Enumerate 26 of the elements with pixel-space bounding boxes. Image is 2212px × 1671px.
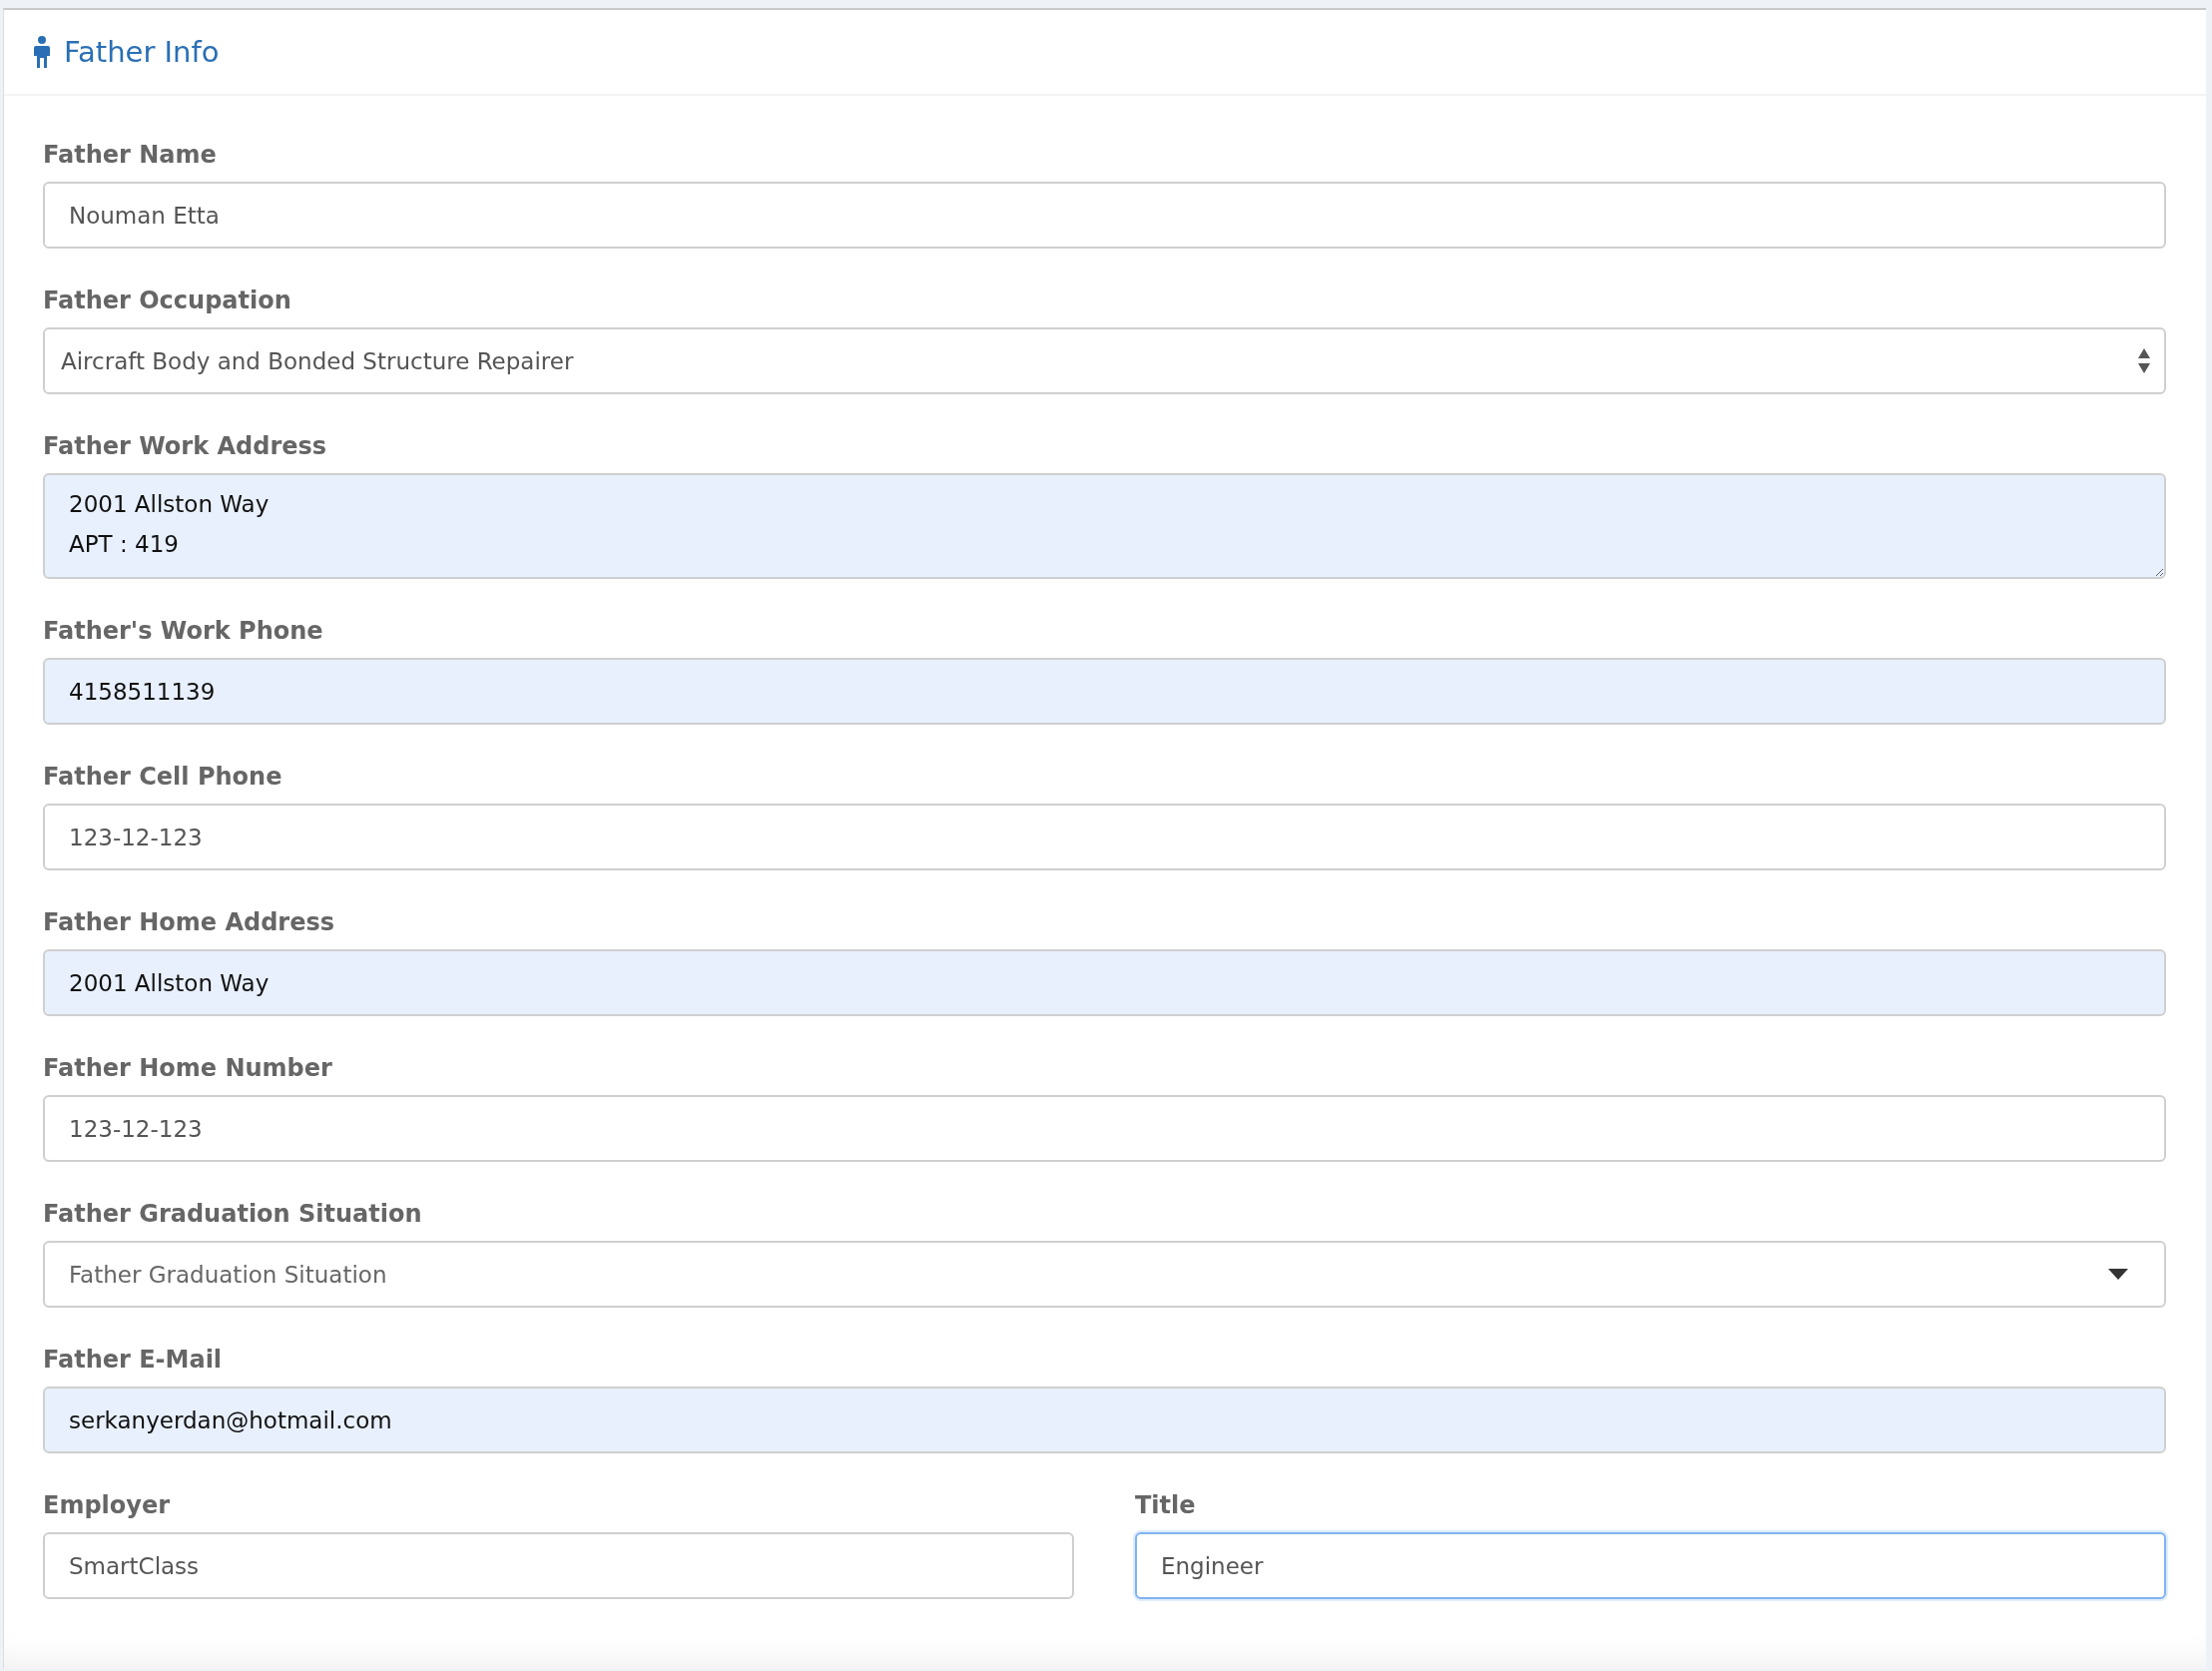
field-label: Father Occupation (43, 285, 292, 316)
text-field[interactable]: Nouman Etta (43, 182, 2166, 249)
panel-title: Father Info (64, 35, 220, 69)
dropdown-field[interactable]: Father Graduation Situation (43, 1241, 2166, 1308)
text-field[interactable]: Engineer (1135, 1532, 2166, 1599)
field-label: Father Home Number (43, 1053, 333, 1084)
caret-icon (2108, 1269, 2128, 1280)
field-label: Title (1135, 1490, 1197, 1521)
field-label: Father Name (43, 140, 218, 171)
stepper-arrows-icon (2138, 347, 2150, 374)
field-label: Father's Work Phone (43, 616, 324, 647)
text-field[interactable]: 2001 Allston Way (43, 949, 2166, 1016)
text-field[interactable]: 4158511139 (43, 658, 2166, 725)
field-label: Father E-Mail (43, 1345, 224, 1376)
field-label: Father Work Address (43, 431, 328, 462)
text-field[interactable]: serkanyerdan@hotmail.com (43, 1387, 2166, 1453)
text-field[interactable]: 123-12-123 (43, 1095, 2166, 1162)
field-label: Father Home Address (43, 907, 336, 938)
text-field[interactable]: SmartClass (43, 1532, 1074, 1599)
address-textarea[interactable]: 2001 Allston Way APT : 419 (43, 473, 2166, 579)
select-field[interactable]: Aircraft Body and Bonded Structure Repairer (43, 327, 2166, 394)
field-label: Employer (43, 1490, 172, 1521)
text-field[interactable]: 123-12-123 (43, 804, 2166, 870)
field-label: Father Graduation Situation (43, 1199, 423, 1230)
field-label: Father Cell Phone (43, 762, 283, 793)
person-icon (34, 36, 50, 68)
